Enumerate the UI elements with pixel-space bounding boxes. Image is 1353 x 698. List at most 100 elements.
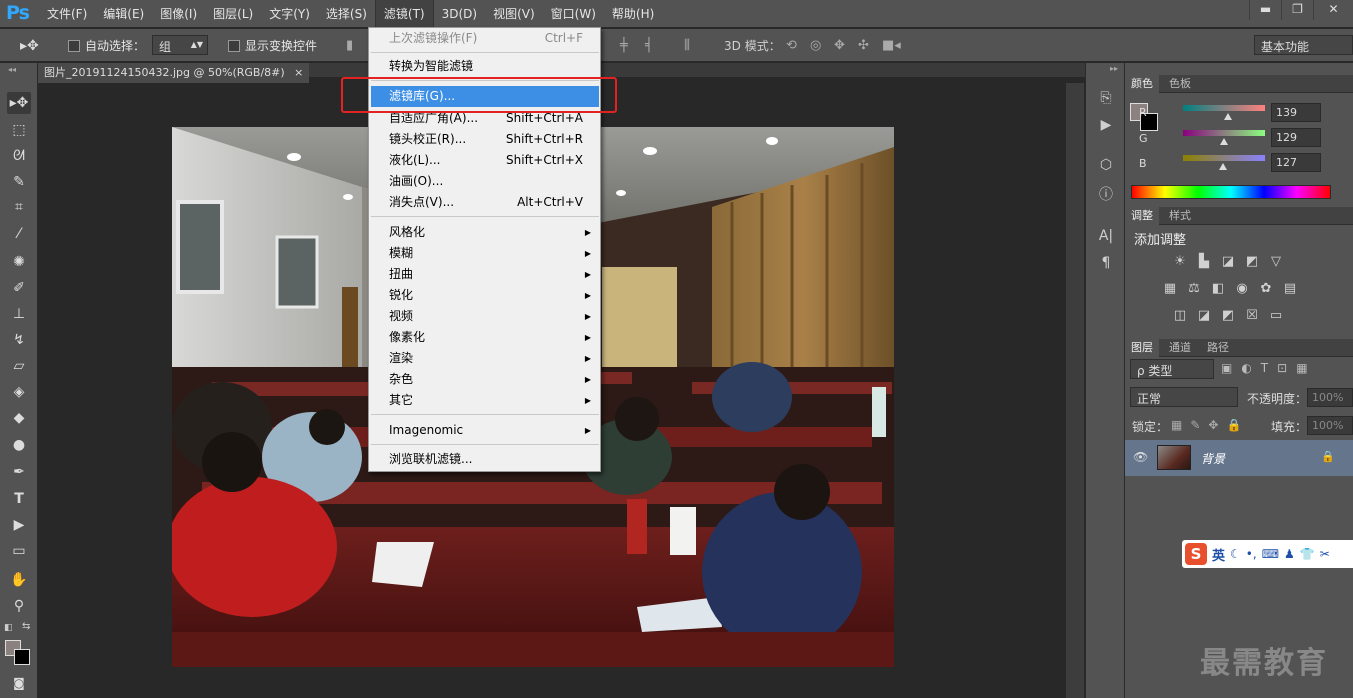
- photo-filter-icon[interactable]: ◉: [1233, 281, 1251, 297]
- move-tool-icon[interactable]: ▸✥: [20, 38, 39, 54]
- opacity-field[interactable]: 100%: [1307, 388, 1353, 407]
- liquify-item[interactable]: 液化(L)... Shift+Ctrl+X: [371, 150, 599, 171]
- moon-icon[interactable]: ☾: [1230, 547, 1241, 561]
- layer-kind-filter[interactable]: ρ 类型: [1130, 359, 1214, 379]
- vanishing-point-item[interactable]: 消失点(V)... Alt+Ctrl+V: [371, 192, 599, 213]
- expand-dock-icon[interactable]: ▸▸: [1110, 64, 1118, 73]
- align-right-icon[interactable]: ╡: [645, 38, 653, 53]
- other-submenu[interactable]: 其它 ▶: [371, 390, 599, 411]
- background-color-swatch[interactable]: [14, 649, 30, 665]
- restore-button[interactable]: ❐: [1281, 0, 1313, 20]
- tab-paths[interactable]: 路径: [1201, 339, 1235, 357]
- noise-submenu[interactable]: 杂色 ▶: [371, 369, 599, 390]
- healing-tool-icon[interactable]: ✺: [7, 251, 31, 273]
- history-brush-tool-icon[interactable]: ↯: [7, 329, 31, 351]
- dodge-tool-icon[interactable]: ●: [7, 434, 31, 456]
- crop-tool-icon[interactable]: ⌗: [7, 196, 31, 218]
- hue-saturation-icon[interactable]: ▦: [1161, 281, 1179, 297]
- sharpen-submenu[interactable]: 锐化 ▶: [371, 285, 599, 306]
- document-tab[interactable]: 图片_20191124150432.jpg @ 50%(RGB/8#) ×: [38, 63, 310, 83]
- menu-layer[interactable]: 图层(L): [205, 0, 261, 28]
- paint-bucket-tool-icon[interactable]: ◈: [7, 381, 31, 403]
- tab-layers[interactable]: 图层: [1125, 339, 1159, 357]
- zoom-tool-icon[interactable]: ⚲: [7, 595, 31, 617]
- minimize-button[interactable]: ▬: [1249, 0, 1281, 20]
- auto-select-checkbox[interactable]: 自动选择：: [68, 37, 145, 54]
- eraser-tool-icon[interactable]: ▱: [7, 355, 31, 377]
- quick-mask-icon[interactable]: ◙: [7, 672, 31, 694]
- ime-logo-icon[interactable]: S: [1185, 543, 1207, 565]
- menu-filter[interactable]: 滤镜(T): [374, 0, 434, 28]
- blend-mode-dropdown[interactable]: 正常: [1130, 387, 1238, 407]
- user-icon[interactable]: ♟: [1284, 547, 1295, 561]
- r-slider-thumb[interactable]: [1224, 113, 1232, 120]
- black-white-icon[interactable]: ◧: [1209, 281, 1227, 297]
- menu-view[interactable]: 视图(V): [485, 0, 543, 28]
- history-panel-icon[interactable]: ⎘: [1096, 88, 1116, 108]
- blur-tool-icon[interactable]: ◆: [7, 407, 31, 429]
- path-select-tool-icon[interactable]: ▶: [7, 514, 31, 536]
- punctuation-icon[interactable]: •,: [1246, 547, 1257, 561]
- brush-tool-icon[interactable]: ✐: [7, 277, 31, 299]
- roll3d-icon[interactable]: ◎: [810, 38, 821, 53]
- fill-field[interactable]: 100%: [1307, 416, 1353, 435]
- color-lookup-icon[interactable]: ▤: [1281, 281, 1299, 297]
- b-slider[interactable]: [1183, 155, 1265, 161]
- close-button[interactable]: ✕: [1313, 0, 1353, 20]
- blur-submenu[interactable]: 模糊 ▶: [371, 243, 599, 264]
- imagenomic-submenu[interactable]: Imagenomic ▶: [371, 420, 599, 441]
- r-value-field[interactable]: 139: [1271, 103, 1321, 122]
- layer-filter-icons[interactable]: ▣◐T⊡▦: [1221, 361, 1317, 375]
- pan3d-icon[interactable]: ✥: [834, 38, 845, 53]
- align-icon[interactable]: ▮: [346, 38, 353, 53]
- b-slider-thumb[interactable]: [1219, 163, 1227, 170]
- show-transform-checkbox[interactable]: 显示变换控件: [228, 37, 317, 54]
- tab-swatches[interactable]: 色板: [1163, 75, 1197, 93]
- keyboard-icon[interactable]: ⌨: [1262, 547, 1279, 561]
- tab-adjustments[interactable]: 调整: [1125, 207, 1159, 225]
- pixelate-submenu[interactable]: 像素化 ▶: [371, 327, 599, 348]
- tab-color[interactable]: 颜色: [1125, 75, 1159, 93]
- tools-icon[interactable]: ✂: [1320, 547, 1330, 561]
- info-panel-icon[interactable]: ⓘ: [1096, 185, 1116, 205]
- ime-toolbar[interactable]: S 英 ☾ •, ⌨ ♟ 👕 ✂: [1182, 540, 1353, 568]
- lock-icons[interactable]: ▦✎✥🔒: [1171, 418, 1249, 432]
- color-balance-icon[interactable]: ⚖: [1185, 281, 1203, 297]
- menu-type[interactable]: 文字(Y): [261, 0, 318, 28]
- visibility-eye-icon[interactable]: 👁: [1133, 450, 1148, 464]
- threshold-icon[interactable]: ◩: [1219, 308, 1237, 324]
- render-submenu[interactable]: 渲染 ▶: [371, 348, 599, 369]
- vertical-scrollbar[interactable]: [1066, 83, 1084, 698]
- distort-submenu[interactable]: 扭曲 ▶: [371, 264, 599, 285]
- layer-row-background[interactable]: 👁 背景 🔒: [1125, 440, 1353, 476]
- color-spectrum-bar[interactable]: [1131, 185, 1331, 199]
- distribute-icon[interactable]: ⫼: [684, 38, 690, 53]
- g-value-field[interactable]: 129: [1271, 128, 1321, 147]
- g-slider-thumb[interactable]: [1220, 138, 1228, 145]
- menu-edit[interactable]: 编辑(E): [95, 0, 152, 28]
- convert-smart-filter-item[interactable]: 转换为智能滤镜: [371, 56, 599, 77]
- swap-colors-icon[interactable]: ⇆: [22, 621, 30, 632]
- curves-icon[interactable]: ◪: [1219, 254, 1237, 270]
- channel-mixer-icon[interactable]: ✿: [1257, 281, 1275, 297]
- browse-online-filters-item[interactable]: 浏览联机滤镜...: [371, 449, 599, 470]
- marquee-tool-icon[interactable]: ⬚: [7, 119, 31, 141]
- workspace-dropdown[interactable]: 基本功能: [1254, 35, 1353, 55]
- close-tab-icon[interactable]: ×: [294, 66, 303, 79]
- invert-icon[interactable]: ◫: [1171, 308, 1189, 324]
- pen-tool-icon[interactable]: ✒: [7, 461, 31, 483]
- g-slider[interactable]: [1183, 130, 1265, 136]
- slide3d-icon[interactable]: ✣: [858, 38, 869, 53]
- menu-select[interactable]: 选择(S): [318, 0, 375, 28]
- rotate3d-icon[interactable]: ⟲: [786, 38, 797, 53]
- eyedropper-tool-icon[interactable]: ⁄: [7, 223, 31, 245]
- paragraph-panel-icon[interactable]: ¶: [1096, 253, 1116, 273]
- quick-select-tool-icon[interactable]: ✎: [7, 171, 31, 193]
- type-tool-icon[interactable]: T: [7, 488, 31, 510]
- tab-styles[interactable]: 样式: [1163, 207, 1197, 225]
- stylize-submenu[interactable]: 风格化 ▶: [371, 222, 599, 243]
- menu-image[interactable]: 图像(I): [152, 0, 205, 28]
- align-center-icon[interactable]: ╪: [620, 38, 628, 53]
- menu-file[interactable]: 文件(F): [39, 0, 95, 28]
- selective-color-icon[interactable]: ☒: [1243, 308, 1261, 324]
